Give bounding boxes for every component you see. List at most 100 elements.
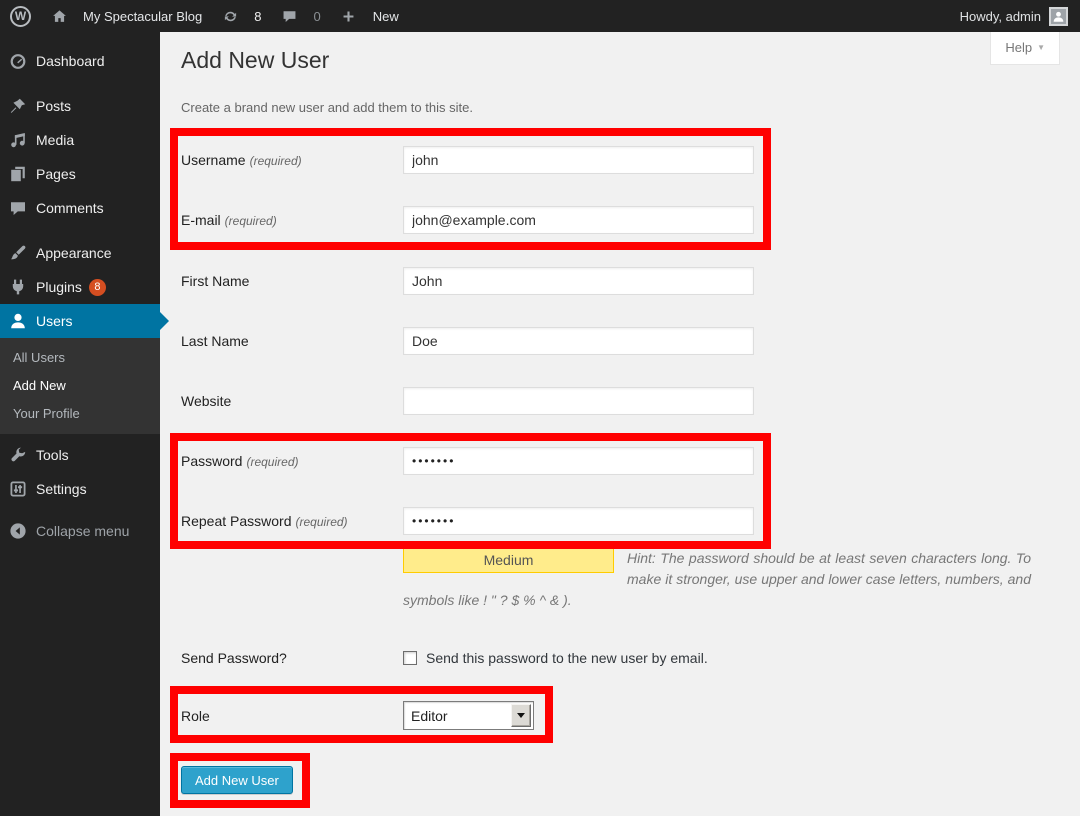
- updates-icon: [220, 6, 240, 26]
- wordpress-logo-menu[interactable]: W: [10, 6, 31, 27]
- plugin-update-badge: 8: [89, 279, 106, 296]
- sidebar-item-label: Appearance: [36, 245, 112, 261]
- sidebar-item-appearance[interactable]: Appearance: [0, 236, 160, 270]
- users-submenu: All Users Add New Your Profile: [0, 338, 160, 434]
- required-text: (required): [246, 455, 298, 469]
- plug-icon: [8, 277, 28, 297]
- send-password-control: Send this password to the new user by em…: [403, 644, 708, 672]
- avatar: [1049, 7, 1068, 26]
- page-subtitle: Create a brand new user and add them to …: [181, 100, 473, 115]
- label-text: First Name: [181, 273, 249, 289]
- role-selected-value: Editor: [404, 708, 511, 724]
- comment-count: 0: [313, 9, 320, 24]
- comments-icon: [8, 198, 28, 218]
- sidebar-item-media[interactable]: Media: [0, 123, 160, 157]
- last-name-input[interactable]: [403, 327, 754, 355]
- label-text: Role: [181, 708, 210, 724]
- sidebar-item-pages[interactable]: Pages: [0, 157, 160, 191]
- site-name: My Spectacular Blog: [83, 9, 202, 24]
- current-menu-arrow: [160, 312, 178, 330]
- password-label: Password (required): [181, 447, 396, 476]
- settings-icon: [8, 479, 28, 499]
- collapse-menu-button[interactable]: Collapse menu: [0, 514, 160, 548]
- sidebar-item-settings[interactable]: Settings: [0, 472, 160, 506]
- submenu-item-your-profile[interactable]: Your Profile: [0, 400, 160, 428]
- sidebar-item-label: Comments: [36, 200, 104, 216]
- first-name-input[interactable]: [403, 267, 754, 295]
- wordpress-admin-page: W My Spectacular Blog 8 0 New: [0, 0, 1080, 816]
- pin-icon: [8, 96, 28, 116]
- admin-sidebar: Dashboard Posts Media Pages Comments: [0, 32, 160, 816]
- username-input[interactable]: [403, 146, 754, 174]
- submenu-item-add-new[interactable]: Add New: [0, 372, 160, 400]
- dropdown-arrow-icon: [517, 713, 525, 718]
- sidebar-item-label: Plugins: [36, 279, 82, 295]
- add-new-user-button[interactable]: Add New User: [181, 766, 293, 794]
- new-content-menu[interactable]: New: [339, 6, 399, 26]
- sidebar-item-users[interactable]: Users: [0, 304, 160, 338]
- label-text: Last Name: [181, 333, 249, 349]
- plus-icon: [339, 6, 359, 26]
- sidebar-item-label: Media: [36, 132, 74, 148]
- sidebar-item-label: Pages: [36, 166, 76, 182]
- send-password-checkbox[interactable]: [403, 651, 417, 665]
- pages-icon: [8, 164, 28, 184]
- comments-menu[interactable]: 0: [279, 6, 320, 26]
- repeat-password-label: Repeat Password (required): [181, 507, 396, 536]
- new-label: New: [373, 9, 399, 24]
- user-icon: [8, 311, 28, 331]
- wordpress-logo-icon: W: [10, 6, 31, 27]
- sidebar-item-posts[interactable]: Posts: [0, 89, 160, 123]
- sidebar-item-dashboard[interactable]: Dashboard: [0, 44, 160, 78]
- brush-icon: [8, 243, 28, 263]
- last-name-label: Last Name: [181, 327, 396, 355]
- password-input[interactable]: [403, 447, 754, 475]
- label-text: Send Password?: [181, 650, 287, 666]
- site-menu[interactable]: My Spectacular Blog: [49, 6, 202, 26]
- website-label: Website: [181, 387, 396, 415]
- username-label: Username (required): [181, 146, 396, 175]
- collapse-arrow-icon: [8, 521, 28, 541]
- page-title: Add New User: [181, 47, 329, 74]
- password-hint-block: Medium Hint: The password should be at l…: [403, 548, 1031, 611]
- dashboard-icon: [8, 51, 28, 71]
- label-text: E-mail: [181, 212, 221, 228]
- send-password-label: Send Password?: [181, 644, 396, 672]
- sidebar-item-label: Posts: [36, 98, 71, 114]
- sidebar-item-label: Users: [36, 313, 73, 329]
- required-text: (required): [225, 214, 277, 228]
- repeat-password-input[interactable]: [403, 507, 754, 535]
- sidebar-item-label: Collapse menu: [36, 523, 129, 539]
- sidebar-item-plugins[interactable]: Plugins 8: [0, 270, 160, 304]
- media-icon: [8, 130, 28, 150]
- email-label: E-mail (required): [181, 206, 396, 235]
- submenu-item-all-users[interactable]: All Users: [0, 344, 160, 372]
- sidebar-item-tools[interactable]: Tools: [0, 438, 160, 472]
- help-label: Help: [1005, 40, 1032, 55]
- label-text: Repeat Password: [181, 513, 292, 529]
- first-name-label: First Name: [181, 267, 396, 295]
- required-text: (required): [250, 154, 302, 168]
- comment-bubble-icon: [279, 6, 299, 26]
- dropdown-button[interactable]: [511, 704, 531, 727]
- sidebar-item-comments[interactable]: Comments: [0, 191, 160, 225]
- account-menu[interactable]: Howdy, admin: [960, 7, 1068, 26]
- website-input[interactable]: [403, 387, 754, 415]
- label-text: Username: [181, 152, 246, 168]
- required-text: (required): [296, 515, 348, 529]
- updates-menu[interactable]: 8: [220, 6, 261, 26]
- update-count: 8: [254, 9, 261, 24]
- help-tab[interactable]: Help ▼: [990, 32, 1060, 65]
- home-icon: [49, 6, 69, 26]
- chevron-down-icon: ▼: [1037, 43, 1045, 52]
- sidebar-item-label: Dashboard: [36, 53, 105, 69]
- label-text: Website: [181, 393, 231, 409]
- wrench-icon: [8, 445, 28, 465]
- role-select[interactable]: Editor: [403, 701, 534, 730]
- label-text: Password: [181, 453, 242, 469]
- howdy-text: Howdy, admin: [960, 9, 1041, 24]
- admin-bar: W My Spectacular Blog 8 0 New: [0, 0, 1080, 32]
- email-input[interactable]: [403, 206, 754, 234]
- send-password-checkbox-label: Send this password to the new user by em…: [426, 650, 708, 666]
- password-strength-meter: Medium: [403, 548, 614, 573]
